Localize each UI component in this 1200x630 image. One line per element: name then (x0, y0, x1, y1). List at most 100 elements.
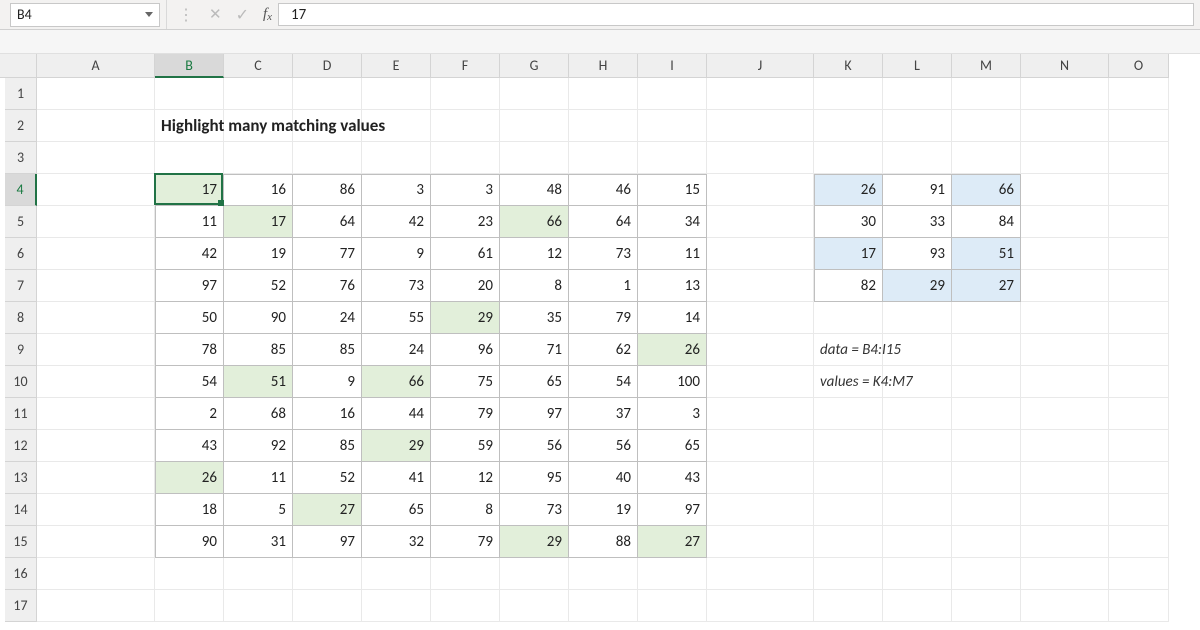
cell-N2[interactable] (1021, 110, 1109, 142)
cell-D12[interactable]: 85 (293, 430, 362, 462)
cell-F17[interactable] (431, 590, 500, 622)
cell-C10[interactable]: 51 (224, 366, 293, 398)
cell-I7[interactable]: 13 (638, 270, 707, 302)
cell-L14[interactable] (883, 494, 952, 526)
cell-L8[interactable] (883, 302, 952, 334)
cell-H8[interactable]: 79 (569, 302, 638, 334)
cell-A17[interactable] (37, 590, 155, 622)
cell-N6[interactable] (1021, 238, 1109, 270)
cell-G8[interactable]: 35 (500, 302, 569, 334)
cell-F8[interactable]: 29 (431, 302, 500, 334)
column-header-N[interactable]: N (1021, 54, 1109, 78)
enter-icon[interactable]: ✓ (236, 5, 249, 25)
column-header-K[interactable]: K (814, 54, 883, 78)
cell-J5[interactable] (707, 206, 814, 238)
cell-J1[interactable] (707, 78, 814, 110)
cell-M3[interactable] (952, 142, 1021, 174)
cell-A12[interactable] (37, 430, 155, 462)
row-header-15[interactable]: 15 (5, 526, 37, 558)
row-header-12[interactable]: 12 (5, 430, 37, 462)
cell-I13[interactable]: 43 (638, 462, 707, 494)
cell-L11[interactable] (883, 398, 952, 430)
row-header-4[interactable]: 4 (5, 174, 37, 206)
cell-O9[interactable] (1109, 334, 1169, 366)
cell-E7[interactable]: 73 (362, 270, 431, 302)
cell-N15[interactable] (1021, 526, 1109, 558)
cell-O14[interactable] (1109, 494, 1169, 526)
cell-I9[interactable]: 26 (638, 334, 707, 366)
cell-H5[interactable]: 64 (569, 206, 638, 238)
cell-M15[interactable] (952, 526, 1021, 558)
cell-G1[interactable] (500, 78, 569, 110)
cell-C13[interactable]: 11 (224, 462, 293, 494)
column-header-L[interactable]: L (883, 54, 952, 78)
cell-J15[interactable] (707, 526, 814, 558)
cell-M7[interactable]: 27 (952, 270, 1021, 302)
cell-J2[interactable] (707, 110, 814, 142)
name-box-dropdown-icon[interactable] (145, 12, 153, 17)
cell-M4[interactable]: 66 (952, 174, 1021, 206)
cell-G15[interactable]: 29 (500, 526, 569, 558)
cell-G3[interactable] (500, 142, 569, 174)
cell-M1[interactable] (952, 78, 1021, 110)
formula-input[interactable]: 17 (278, 3, 1194, 26)
cell-K6[interactable]: 17 (814, 238, 883, 270)
row-header-10[interactable]: 10 (5, 366, 37, 398)
cell-H7[interactable]: 1 (569, 270, 638, 302)
cell-M11[interactable] (952, 398, 1021, 430)
cell-B8[interactable]: 50 (155, 302, 224, 334)
cell-I11[interactable]: 3 (638, 398, 707, 430)
cell-O2[interactable] (1109, 110, 1169, 142)
cell-M9[interactable] (952, 334, 1021, 366)
cell-M16[interactable] (952, 558, 1021, 590)
row-header-11[interactable]: 11 (5, 398, 37, 430)
cell-H2[interactable] (569, 110, 638, 142)
cell-G12[interactable]: 56 (500, 430, 569, 462)
cell-C11[interactable]: 68 (224, 398, 293, 430)
cell-K3[interactable] (814, 142, 883, 174)
cell-N11[interactable] (1021, 398, 1109, 430)
cell-F9[interactable]: 96 (431, 334, 500, 366)
select-all-corner[interactable] (5, 54, 37, 78)
cell-O8[interactable] (1109, 302, 1169, 334)
cell-M13[interactable] (952, 462, 1021, 494)
cell-N4[interactable] (1021, 174, 1109, 206)
cell-C7[interactable]: 52 (224, 270, 293, 302)
cell-O10[interactable] (1109, 366, 1169, 398)
cell-N16[interactable] (1021, 558, 1109, 590)
column-header-I[interactable]: I (638, 54, 707, 78)
cell-C12[interactable]: 92 (224, 430, 293, 462)
cell-I4[interactable]: 15 (638, 174, 707, 206)
cell-H6[interactable]: 73 (569, 238, 638, 270)
cell-L15[interactable] (883, 526, 952, 558)
cell-N17[interactable] (1021, 590, 1109, 622)
cell-O17[interactable] (1109, 590, 1169, 622)
cell-I14[interactable]: 97 (638, 494, 707, 526)
cell-C17[interactable] (224, 590, 293, 622)
cell-N13[interactable] (1021, 462, 1109, 494)
cell-C1[interactable] (224, 78, 293, 110)
column-header-F[interactable]: F (431, 54, 500, 78)
cell-J6[interactable] (707, 238, 814, 270)
cell-A1[interactable] (37, 78, 155, 110)
cell-H10[interactable]: 54 (569, 366, 638, 398)
cell-A2[interactable] (37, 110, 155, 142)
cell-A4[interactable] (37, 174, 155, 206)
cell-I5[interactable]: 34 (638, 206, 707, 238)
cell-D11[interactable]: 16 (293, 398, 362, 430)
cell-K15[interactable] (814, 526, 883, 558)
cell-B12[interactable]: 43 (155, 430, 224, 462)
cell-A9[interactable] (37, 334, 155, 366)
cell-O16[interactable] (1109, 558, 1169, 590)
cell-K12[interactable] (814, 430, 883, 462)
cell-H12[interactable]: 56 (569, 430, 638, 462)
column-header-C[interactable]: C (224, 54, 293, 78)
cell-I12[interactable]: 65 (638, 430, 707, 462)
cell-H9[interactable]: 62 (569, 334, 638, 366)
cell-K4[interactable]: 26 (814, 174, 883, 206)
cell-D13[interactable]: 52 (293, 462, 362, 494)
cell-O1[interactable] (1109, 78, 1169, 110)
cell-F5[interactable]: 23 (431, 206, 500, 238)
cell-L5[interactable]: 33 (883, 206, 952, 238)
cell-O11[interactable] (1109, 398, 1169, 430)
